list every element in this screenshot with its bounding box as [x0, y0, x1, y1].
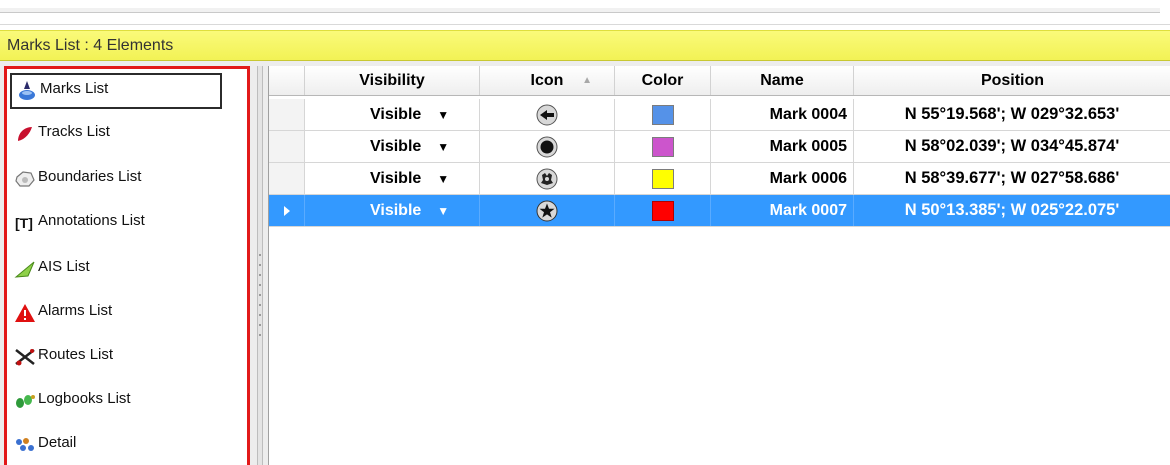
sidebar-item-marks-list[interactable]: Marks List — [10, 73, 222, 109]
annotations-icon: [T] — [14, 212, 36, 234]
column-header-color[interactable]: Color — [615, 66, 711, 95]
panel-title-bar: Marks List : 4 Elements — [0, 30, 1170, 61]
visibility-dropdown[interactable]: Visible ▼ — [305, 131, 480, 162]
panel-title: Marks List : 4 Elements — [7, 37, 174, 54]
sidebar-item-label: Detail — [38, 433, 77, 451]
column-header-visibility[interactable]: Visibility — [305, 66, 480, 95]
color-cell[interactable] — [615, 99, 711, 130]
marks-icon — [16, 80, 38, 102]
row-header[interactable] — [269, 195, 305, 226]
mark-name[interactable]: Mark 0004 — [711, 99, 854, 130]
visibility-dropdown[interactable]: Visible ▼ — [305, 163, 480, 194]
mark-position[interactable]: N 58°02.039'; W 034°45.874' — [854, 131, 1170, 162]
boundaries-icon — [14, 168, 36, 190]
table-header: Visibility Icon ▲ Color Name Position — [269, 66, 1170, 96]
chevron-down-icon: ▼ — [437, 203, 450, 218]
sidebar-item-label: Boundaries List — [38, 167, 142, 185]
mark-emblem-icon — [536, 168, 558, 189]
mark-name[interactable]: Mark 0007 — [711, 195, 854, 226]
mark-icon-cell[interactable] — [480, 131, 615, 162]
chevron-down-icon: ▼ — [437, 139, 450, 154]
row-header[interactable] — [269, 163, 305, 194]
sidebar-item-annotations-list[interactable]: [T] Annotations List — [10, 205, 222, 241]
column-header-icon[interactable]: Icon ▲ — [480, 66, 615, 95]
table-row[interactable]: Visible ▼ Mark 0005 N 58°02.039'; W 034°4… — [269, 131, 1170, 163]
mark-position[interactable]: N 58°39.677'; W 027°58.686' — [854, 163, 1170, 194]
chevron-down-icon: ▼ — [437, 107, 450, 122]
svg-text:[T]: [T] — [15, 215, 33, 231]
color-swatch — [651, 136, 674, 157]
mark-symbol-icon — [536, 104, 558, 125]
mark-name[interactable]: Mark 0005 — [711, 131, 854, 162]
logbooks-icon — [14, 390, 36, 412]
mark-position[interactable]: N 55°19.568'; W 029°32.653' — [854, 99, 1170, 130]
mark-icon-cell[interactable] — [480, 195, 615, 226]
color-swatch — [651, 104, 674, 125]
color-cell[interactable] — [615, 163, 711, 194]
sidebar-item-label: Tracks List — [38, 122, 110, 140]
sidebar-item-alarms-list[interactable]: Alarms List — [10, 295, 222, 331]
sidebar-item-label: Alarms List — [38, 301, 113, 319]
splitter-grip-icon — [259, 254, 261, 336]
mark-icon-cell[interactable] — [480, 99, 615, 130]
color-cell[interactable] — [615, 131, 711, 162]
top-toolbar-strip — [0, 0, 1170, 25]
sidebar-item-label: AIS List — [38, 257, 90, 275]
sidebar: Marks List Tracks List Boundaries List [… — [4, 66, 250, 465]
mark-name[interactable]: Mark 0006 — [711, 163, 854, 194]
tracks-icon — [14, 123, 36, 145]
detail-icon — [14, 434, 36, 456]
row-header-corner — [269, 66, 305, 95]
color-swatch — [651, 200, 674, 221]
mark-position[interactable]: N 50°13.385'; W 025°22.075' — [854, 195, 1170, 226]
color-cell[interactable] — [615, 195, 711, 226]
sidebar-item-routes-list[interactable]: Routes List — [10, 339, 222, 375]
sidebar-item-tracks-list[interactable]: Tracks List — [10, 116, 222, 152]
current-row-arrow-icon — [283, 205, 290, 216]
table-row-selected[interactable]: Visible ▼ Mark 0007 N 50°13.385'; W 025°2… — [269, 195, 1170, 227]
sidebar-item-label: Routes List — [38, 345, 114, 363]
column-header-name[interactable]: Name — [711, 66, 854, 95]
sidebar-item-label: Annotations List — [38, 211, 145, 229]
sort-ascending-icon: ▲ — [582, 75, 592, 86]
ais-icon — [14, 258, 36, 280]
marks-table: Visibility Icon ▲ Color Name Position Vi… — [268, 66, 1170, 465]
visibility-dropdown[interactable]: Visible ▼ — [305, 99, 480, 130]
alarms-icon — [14, 302, 36, 324]
sidebar-item-label: Logbooks List — [38, 389, 131, 407]
chevron-down-icon: ▼ — [437, 171, 450, 186]
row-header[interactable] — [269, 131, 305, 162]
mark-dot-icon — [536, 136, 558, 157]
horizontal-scrollbar[interactable] — [0, 8, 1160, 13]
mark-star-icon — [536, 200, 558, 221]
table-row[interactable]: Visible ▼ Mark 0006 N 58°39.677'; W 027°5… — [269, 163, 1170, 195]
table-row[interactable]: Visible ▼ Mark 0004 N 55°19.568'; W 029°3… — [269, 99, 1170, 131]
sidebar-item-detail[interactable]: Detail — [10, 427, 222, 463]
routes-icon — [14, 346, 36, 368]
sidebar-item-ais-list[interactable]: AIS List — [10, 251, 222, 287]
column-header-position[interactable]: Position — [854, 66, 1170, 95]
sidebar-item-boundaries-list[interactable]: Boundaries List — [10, 161, 222, 197]
visibility-dropdown[interactable]: Visible ▼ — [305, 195, 480, 226]
sidebar-item-logbooks-list[interactable]: Logbooks List — [10, 383, 222, 419]
color-swatch — [651, 168, 674, 189]
row-header[interactable] — [269, 99, 305, 130]
sidebar-item-label: Marks List — [40, 79, 109, 97]
mark-icon-cell[interactable] — [480, 163, 615, 194]
